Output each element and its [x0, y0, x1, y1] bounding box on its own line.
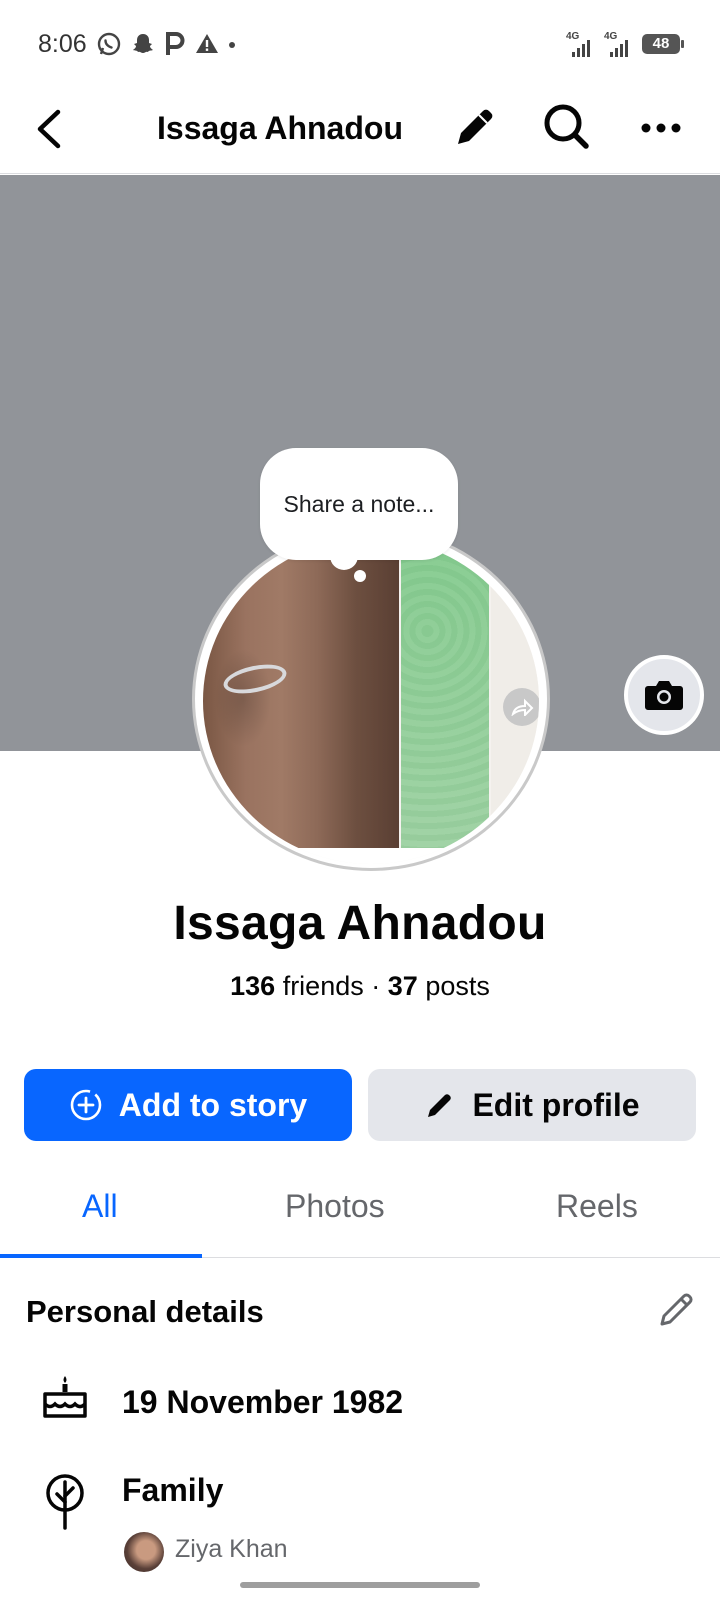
more-options-icon[interactable]	[636, 106, 686, 150]
search-icon[interactable]	[540, 100, 592, 152]
posts-label: posts	[425, 971, 490, 1001]
share-note-label: Share a note...	[283, 490, 435, 517]
page-title: Issaga Ahnadou	[157, 110, 403, 146]
tab-photos[interactable]: Photos	[285, 1188, 385, 1225]
warning-icon	[196, 34, 218, 53]
profile-tabs: All Photos Reels	[0, 1170, 720, 1258]
back-icon[interactable]	[30, 106, 70, 152]
hand-photo	[203, 538, 399, 848]
personal-details-heading: Personal details	[26, 1294, 264, 1329]
top-navigation: Issaga Ahnadou	[0, 90, 720, 174]
whatsapp-icon	[97, 32, 121, 56]
friends-label[interactable]: friends	[283, 971, 364, 1001]
snapchat-icon	[133, 34, 153, 53]
home-indicator[interactable]	[240, 1582, 480, 1588]
signal-icon: 4G	[604, 31, 634, 57]
tab-all[interactable]: All	[82, 1188, 118, 1225]
pencil-icon	[428, 1094, 452, 1117]
parking-icon	[166, 32, 185, 55]
forward-icon	[503, 688, 539, 726]
tab-reels[interactable]: Reels	[556, 1188, 638, 1225]
friends-count[interactable]: 136	[230, 971, 275, 1001]
share-note-bubble[interactable]: Share a note...	[260, 448, 458, 560]
pencil-icon[interactable]	[450, 102, 500, 152]
profile-stats: 136 friends · 37 posts	[0, 971, 720, 1002]
green-pattern	[401, 538, 489, 848]
stats-separator: ·	[371, 971, 381, 1001]
status-time: 8:06	[38, 30, 87, 58]
edit-profile-button[interactable]: Edit profile	[368, 1069, 696, 1141]
status-bar: 8:06 4G 4G 48	[0, 0, 720, 90]
cover-camera-button[interactable]	[624, 655, 704, 735]
profile-name: Issaga Ahnadou	[173, 897, 547, 950]
camera-icon	[645, 681, 683, 710]
family-member-avatar[interactable]	[124, 1532, 164, 1572]
add-to-story-label: Add to story	[118, 1086, 308, 1123]
dot-icon	[229, 42, 235, 48]
signal-icon: 4G	[566, 31, 596, 57]
edit-profile-label: Edit profile	[472, 1086, 640, 1123]
profile-picture-image	[203, 538, 539, 864]
profile-picture[interactable]	[192, 527, 550, 871]
note-bubble-dot	[354, 570, 366, 582]
birthday-value: 19 November 1982	[122, 1384, 404, 1420]
notification-icons	[96, 31, 236, 57]
avatar-bottom-strip	[203, 848, 539, 864]
family-tree-icon	[46, 1474, 84, 1530]
add-circle-icon	[70, 1089, 102, 1121]
edit-details-icon[interactable]	[656, 1288, 698, 1330]
battery-icon: 48	[642, 34, 684, 54]
family-label: Family	[122, 1472, 224, 1508]
birthday-cake-icon	[43, 1376, 87, 1418]
active-tab-indicator	[0, 1254, 202, 1258]
add-to-story-button[interactable]: Add to story	[24, 1069, 352, 1141]
family-member-name[interactable]: Ziya Khan	[175, 1535, 288, 1564]
posts-count: 37	[387, 971, 418, 1001]
